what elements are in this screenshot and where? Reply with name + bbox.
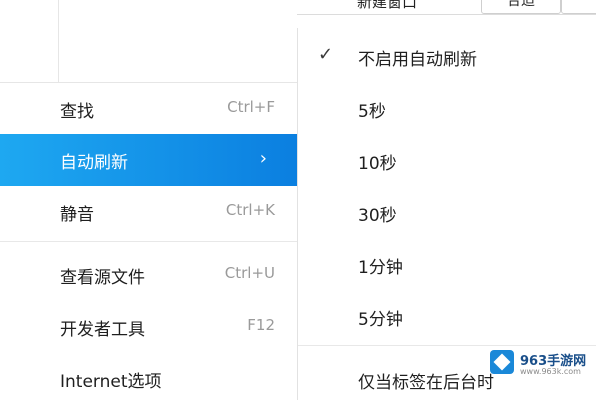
menu-item-internet-options[interactable]: Internet选项: [0, 353, 297, 405]
submenu-item-label: 30秒: [358, 206, 397, 226]
menu-item-mute[interactable]: 静音 Ctrl+K: [0, 186, 297, 238]
submenu-item-10s[interactable]: 10秒: [298, 134, 596, 186]
menu-item-label: Internet选项: [60, 372, 162, 392]
chevron-right-icon: ›: [259, 148, 267, 169]
fit-button[interactable]: 合适: [481, 0, 561, 14]
submenu-item-label: 10秒: [358, 154, 397, 174]
menu-item-label: 静音: [60, 205, 94, 225]
submenu-item-label: 5秒: [358, 102, 386, 122]
menu-item-auto-refresh[interactable]: 自动刷新 ›: [0, 134, 297, 186]
menu-item-find[interactable]: 查找 Ctrl+F: [0, 83, 297, 135]
menu-item-label: 查找: [60, 102, 94, 122]
submenu-item-label: 5分钟: [358, 310, 403, 330]
submenu-item-5s[interactable]: 5秒: [298, 82, 596, 134]
menu-item-shortcut: Ctrl+U: [224, 264, 275, 282]
menu-item-label: 开发者工具: [60, 320, 145, 340]
submenu-item-disable-refresh[interactable]: ✓ 不启用自动刷新: [298, 30, 596, 82]
menu-item-shortcut: F12: [247, 316, 275, 334]
menu-item-shortcut: Ctrl+F: [227, 98, 275, 116]
menu-item-view-source[interactable]: 查看源文件 Ctrl+U: [0, 249, 297, 301]
submenu-item-1min[interactable]: 1分钟: [298, 238, 596, 290]
menu-item-developer-tools[interactable]: 开发者工具 F12: [0, 301, 297, 353]
background-panel: [0, 0, 297, 83]
submenu-item-5min[interactable]: 5分钟: [298, 290, 596, 342]
menu-divider: [0, 241, 297, 242]
cube-icon: [493, 353, 511, 371]
menu-item-shortcut: Ctrl+K: [225, 201, 275, 219]
menu-item-label: 查看源文件: [60, 268, 145, 288]
top-bar: 新建窗口 合适: [297, 0, 596, 15]
watermark-logo-icon: [490, 350, 514, 374]
submenu-item-label: 1分钟: [358, 258, 403, 278]
submenu-item-30s[interactable]: 30秒: [298, 186, 596, 238]
submenu-item-label: 不启用自动刷新: [358, 50, 477, 70]
top-bar-button[interactable]: [561, 0, 596, 14]
watermark-url: www.963k.com: [520, 367, 581, 376]
background-divider: [58, 0, 59, 82]
site-watermark: 963手游网 www.963k.com: [490, 346, 596, 380]
context-menu: 查找 Ctrl+F 自动刷新 › 静音 Ctrl+K 查看源文件 Ctrl+U …: [0, 83, 298, 400]
menu-item-label: 自动刷新: [60, 153, 128, 173]
auto-refresh-submenu: ✓ 不启用自动刷新 5秒 10秒 30秒 1分钟 5分钟 仅当标签在后台时: [297, 28, 596, 400]
new-window-label: 新建窗口: [357, 0, 418, 11]
checkmark-icon: ✓: [318, 44, 334, 65]
submenu-item-label: 仅当标签在后台时: [358, 373, 494, 393]
